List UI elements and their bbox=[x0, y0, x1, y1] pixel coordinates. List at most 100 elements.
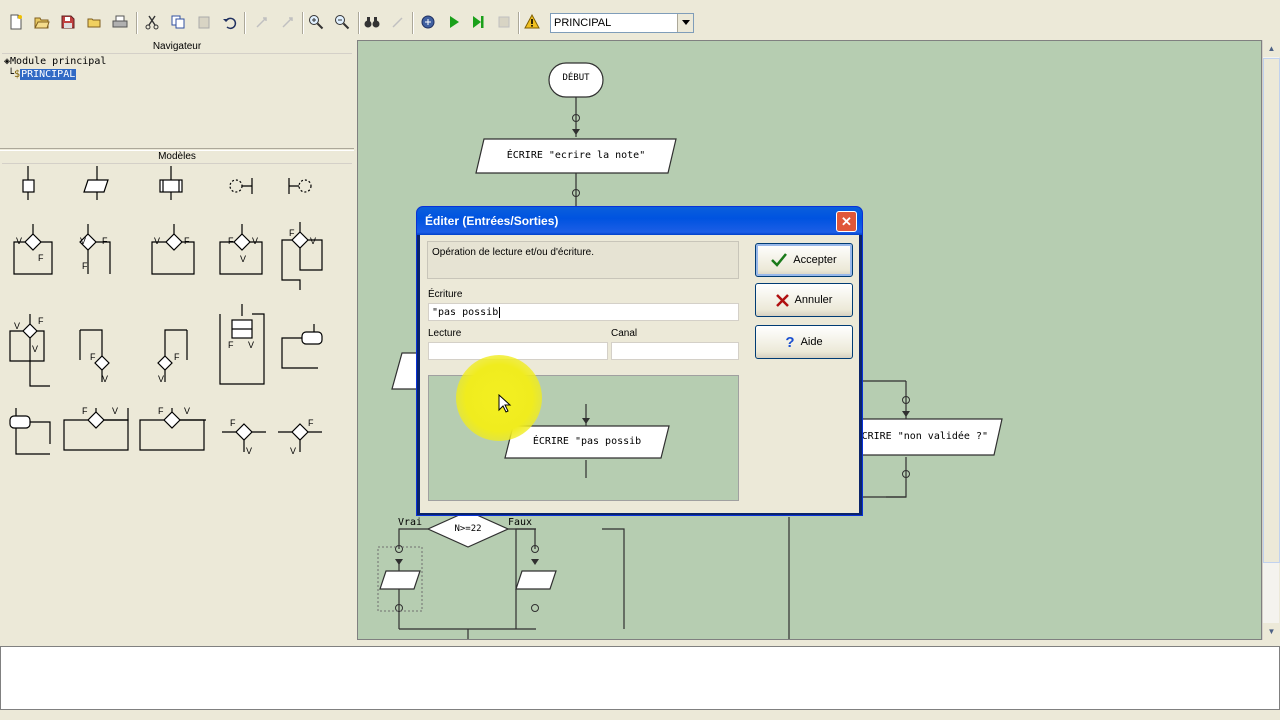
svg-text:F: F bbox=[90, 352, 96, 362]
svg-text:F: F bbox=[82, 261, 88, 271]
replace-icon[interactable] bbox=[388, 12, 408, 32]
copy-icon[interactable] bbox=[168, 12, 188, 32]
model-io[interactable] bbox=[83, 166, 109, 200]
start-node-label: DÉBUT bbox=[562, 73, 590, 83]
canvas-scrollbar[interactable]: ▲ ▼ bbox=[1262, 40, 1280, 640]
svg-text:F: F bbox=[102, 236, 108, 246]
svg-text:V: V bbox=[32, 344, 38, 354]
tree-item-principal[interactable]: └$PRINCIPAL bbox=[8, 69, 77, 80]
svg-text:V: V bbox=[184, 406, 190, 416]
model-process[interactable] bbox=[22, 166, 35, 200]
svg-text:V: V bbox=[112, 406, 118, 416]
program-select[interactable]: PRINCIPAL bbox=[550, 13, 694, 33]
close-icon[interactable]: ✕ bbox=[836, 211, 857, 232]
svg-text:F: F bbox=[184, 236, 190, 246]
model-connector-in[interactable] bbox=[288, 178, 312, 194]
model-if-split[interactable] bbox=[219, 224, 263, 275]
scroll-thumb[interactable] bbox=[1263, 58, 1280, 563]
svg-text:F: F bbox=[289, 228, 295, 238]
accept-button[interactable]: Accepter bbox=[755, 243, 853, 277]
tree-item-module[interactable]: ◈Module principal bbox=[4, 56, 106, 67]
output-panel[interactable] bbox=[0, 646, 1280, 710]
svg-text:F: F bbox=[174, 352, 180, 362]
io-node-right bbox=[515, 570, 557, 590]
svg-text:F: F bbox=[230, 418, 236, 428]
dialog-title: Éditer (Entrées/Sorties) bbox=[425, 214, 559, 228]
left-panel: Navigateur ◈Module principal └$PRINCIPAL… bbox=[0, 40, 354, 642]
redo2-icon[interactable] bbox=[278, 12, 298, 32]
lecture-field[interactable] bbox=[428, 342, 608, 360]
model-branch-right[interactable] bbox=[278, 423, 322, 452]
new-icon[interactable] bbox=[6, 12, 26, 32]
model-subroutine[interactable] bbox=[159, 166, 183, 200]
svg-text:V: V bbox=[246, 446, 252, 456]
model-case[interactable] bbox=[281, 324, 323, 369]
canal-label: Canal bbox=[611, 328, 638, 339]
model-connector-out[interactable] bbox=[229, 178, 253, 194]
open-icon[interactable] bbox=[32, 12, 52, 32]
chevron-down-icon[interactable] bbox=[677, 14, 693, 32]
compile-icon[interactable] bbox=[418, 12, 438, 32]
write-note-label: ÉCRIRE "ecrire la note" bbox=[506, 150, 646, 161]
io-node-left bbox=[379, 570, 421, 590]
model-if-right[interactable] bbox=[151, 224, 195, 275]
svg-text:V: V bbox=[154, 236, 160, 246]
step-icon[interactable] bbox=[468, 12, 488, 32]
models-palette: VF VFF VF F VV FV V FV FV FV FV FV FV FV F… bbox=[9, 166, 323, 456]
model-switch-right[interactable] bbox=[139, 408, 206, 451]
svg-text:F: F bbox=[38, 316, 44, 326]
redo-icon[interactable] bbox=[252, 12, 272, 32]
svg-text:F: F bbox=[38, 253, 44, 263]
main-toolbar: PRINCIPAL bbox=[0, 0, 1280, 44]
cut-icon[interactable] bbox=[142, 12, 162, 32]
svg-text:F: F bbox=[308, 418, 314, 428]
zoom-out-icon[interactable] bbox=[332, 12, 352, 32]
status-bar bbox=[0, 710, 1280, 720]
model-for[interactable] bbox=[219, 304, 265, 385]
check-icon bbox=[771, 253, 788, 267]
svg-text:V: V bbox=[16, 236, 22, 246]
model-switch-both[interactable] bbox=[63, 408, 129, 451]
cancel-button[interactable]: Annuler bbox=[755, 283, 853, 317]
scroll-up-icon[interactable]: ▲ bbox=[1263, 40, 1280, 57]
model-branch-left[interactable] bbox=[222, 423, 266, 452]
svg-text:V: V bbox=[102, 374, 108, 384]
svg-text:V: V bbox=[240, 254, 246, 264]
model-while[interactable] bbox=[281, 222, 323, 290]
find-icon[interactable] bbox=[362, 12, 382, 32]
svg-text:V: V bbox=[80, 236, 86, 246]
svg-text:V: V bbox=[14, 321, 20, 331]
svg-text:F: F bbox=[82, 406, 88, 416]
svg-text:V: V bbox=[248, 340, 254, 350]
run-icon[interactable] bbox=[444, 12, 464, 32]
model-call[interactable] bbox=[9, 408, 51, 455]
paste-icon[interactable] bbox=[194, 12, 214, 32]
dialog-description: Opération de lecture et/ou d'écriture. bbox=[427, 241, 739, 279]
model-if-left[interactable] bbox=[13, 224, 53, 275]
condition-label: N>=22 bbox=[454, 524, 482, 534]
svg-text:F: F bbox=[158, 406, 164, 416]
stop-icon[interactable] bbox=[494, 12, 514, 32]
undo-icon[interactable] bbox=[220, 12, 240, 32]
navigator-header: Navigateur bbox=[2, 41, 352, 54]
preview-label: ÉCRIRE "pas possib bbox=[532, 436, 642, 447]
canal-field[interactable] bbox=[611, 342, 739, 360]
print-icon[interactable] bbox=[110, 12, 130, 32]
scroll-down-icon[interactable]: ▼ bbox=[1263, 623, 1280, 640]
warning-icon[interactable] bbox=[522, 12, 542, 32]
mouse-cursor-icon bbox=[498, 394, 512, 413]
save-icon[interactable] bbox=[58, 12, 78, 32]
program-select-value: PRINCIPAL bbox=[554, 17, 612, 29]
help-button[interactable]: ? Aide bbox=[755, 325, 853, 359]
folder-icon[interactable] bbox=[84, 12, 104, 32]
svg-text:V: V bbox=[158, 374, 164, 384]
ecriture-field[interactable]: "pas possib bbox=[428, 303, 739, 321]
svg-text:V: V bbox=[310, 236, 316, 246]
cancel-icon bbox=[775, 293, 789, 307]
navigator-tree: ◈Module principal └$PRINCIPAL bbox=[2, 54, 352, 148]
help-icon: ? bbox=[785, 333, 795, 351]
dialog-titlebar[interactable]: Éditer (Entrées/Sorties) ✕ bbox=[417, 207, 862, 235]
zoom-in-icon[interactable] bbox=[306, 12, 326, 32]
true-label: Vrai bbox=[398, 517, 423, 528]
ecriture-label: Écriture bbox=[428, 289, 463, 300]
